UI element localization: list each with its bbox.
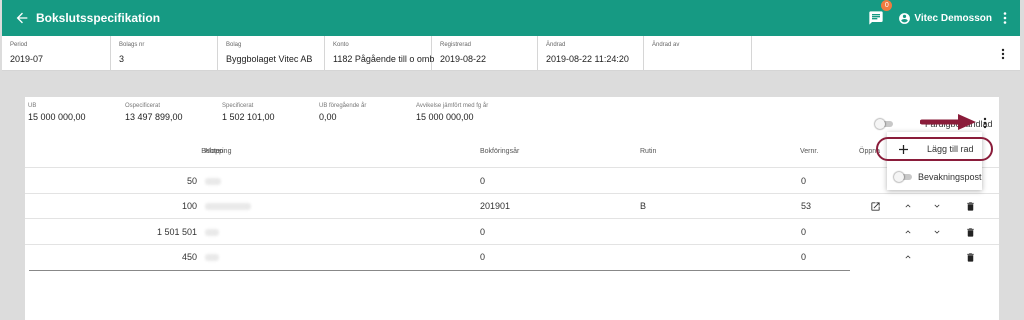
annotation-arrow-icon — [920, 114, 976, 130]
info-label: Bolags nr — [119, 42, 145, 48]
chevron-up-icon[interactable] — [903, 227, 913, 237]
page-title: Bokslutsspecifikation — [36, 11, 161, 25]
cell-bokforingsar[interactable]: 0 — [480, 227, 485, 237]
more-vert-icon[interactable] — [1000, 48, 1006, 60]
info-registrerad: Registrerad 2019-08-22 — [432, 36, 538, 71]
summary-ub-foregaende: UB föregående år 0,00 — [319, 103, 366, 122]
notering-redacted[interactable] — [205, 229, 219, 236]
menu-item-add-row[interactable]: Lägg till rad — [887, 136, 982, 162]
chevron-down-icon[interactable] — [932, 227, 942, 237]
menu-item-bevakningspost[interactable]: Bevakningspost — [887, 164, 982, 190]
info-label: Ändrad — [546, 42, 566, 48]
chevron-down-icon[interactable] — [932, 201, 942, 211]
chevron-up-icon[interactable] — [903, 252, 913, 262]
fardigbehandlad-toggle[interactable] — [875, 119, 895, 129]
delete-icon[interactable] — [965, 201, 976, 212]
cell-belopp[interactable]: 1 501 501 — [157, 227, 197, 237]
info-value: 2019-08-22 11:24:20 — [546, 54, 629, 64]
chat-icon — [869, 11, 884, 25]
menu-item-label: Bevakningspost — [918, 172, 982, 182]
divider — [25, 218, 999, 219]
info-value: 3 — [119, 54, 125, 64]
col-vernr[interactable]: Vernr. — [800, 148, 818, 155]
cell-bokforingsar[interactable]: 0 — [480, 252, 485, 262]
summary-ospecificerat: Ospecificerat 13 497 899,00 — [125, 103, 183, 122]
info-label: Period — [10, 42, 28, 48]
col-notering[interactable]: Notering — [205, 148, 231, 155]
input-underline — [29, 270, 850, 271]
info-value: 2019-08-22 — [440, 54, 487, 64]
notifications-button[interactable]: 0 — [868, 0, 893, 26]
delete-icon[interactable] — [965, 227, 976, 238]
account-circle-icon — [899, 12, 911, 24]
info-konto: Konto 1182 Pågående till o omb — [325, 36, 435, 71]
arrow-left-icon[interactable] — [14, 10, 30, 26]
cell-belopp[interactable]: 50 — [187, 176, 197, 186]
divider — [25, 167, 999, 168]
summary-specificerat: Specificerat 1 502 101,00 — [222, 103, 275, 122]
info-bar: Period 2019-07 Bolags nr 3 Bolag Byggbol… — [2, 36, 1020, 71]
cell-bokforingsar[interactable]: 0 — [480, 176, 485, 186]
more-vert-icon[interactable] — [982, 117, 988, 129]
cell-vernr[interactable]: 0 — [801, 176, 806, 186]
summary-label: Ospecificerat — [125, 103, 161, 109]
info-label: Konto — [333, 42, 349, 48]
summary-value: 15 000 000,00 — [28, 112, 86, 122]
summary-ub: UB 15 000 000,00 — [28, 103, 86, 122]
card-actions-menu: Lägg till rad Bevakningspost — [887, 132, 982, 190]
col-rutin[interactable]: Rutin — [640, 148, 656, 155]
summary-value: 1 502 101,00 — [222, 112, 275, 122]
info-value: 2019-07 — [10, 54, 44, 64]
bevakningspost-toggle[interactable] — [894, 172, 914, 182]
info-value: Byggbolaget Vitec AB — [226, 54, 313, 64]
summary-label: UB — [28, 103, 37, 109]
specification-card: UB 15 000 000,00 Ospecificerat 13 497 89… — [25, 97, 999, 320]
cell-vernr[interactable]: 0 — [801, 227, 806, 237]
app-bar: Bokslutsspecifikation 0 Vitec Demosson — [2, 0, 1020, 36]
notering-redacted[interactable] — [205, 203, 251, 210]
info-value: 1182 Pågående till o omb — [333, 54, 435, 64]
user-name: Vitec Demosson — [914, 12, 992, 24]
info-bolag: Bolag Byggbolaget Vitec AB — [218, 36, 325, 71]
info-label: Bolag — [226, 42, 242, 48]
chevron-up-icon[interactable] — [903, 201, 913, 211]
plus-icon — [899, 145, 908, 154]
summary-label: UB föregående år — [319, 103, 367, 109]
info-bolagsnr: Bolags nr 3 — [111, 36, 218, 71]
cell-belopp[interactable]: 450 — [182, 252, 197, 262]
summary-label: Specificerat — [222, 103, 254, 109]
summary-value: 15 000 000,00 — [416, 112, 474, 122]
more-vert-icon[interactable] — [1000, 11, 1010, 25]
info-label: Ändrad av — [652, 42, 680, 48]
summary-avvikelse: Avvikelse jämfört med fg år 15 000 000,0… — [416, 103, 488, 122]
divider — [25, 244, 999, 245]
col-bokforingsar[interactable]: Bokföringsår — [480, 148, 519, 155]
notering-redacted[interactable] — [205, 178, 221, 185]
cell-vernr[interactable]: 53 — [801, 201, 811, 211]
notification-badge: 0 — [881, 0, 893, 11]
info-label: Registrerad — [440, 42, 472, 48]
summary-value: 13 497 899,00 — [125, 112, 183, 122]
delete-icon[interactable] — [965, 252, 976, 263]
summary-label: Avvikelse jämfört med fg år — [416, 103, 489, 109]
cell-bokforingsar[interactable]: 201901 — [480, 201, 510, 211]
cell-vernr[interactable]: 0 — [801, 252, 806, 262]
notering-redacted[interactable] — [205, 254, 219, 261]
info-period: Period 2019-07 — [2, 36, 111, 71]
open-in-new-icon[interactable] — [870, 201, 881, 212]
cell-rutin[interactable]: B — [640, 201, 646, 211]
divider — [25, 193, 999, 194]
info-andrad: Ändrad 2019-08-22 11:24:20 — [538, 36, 644, 71]
summary-value: 0,00 — [319, 112, 337, 122]
cell-belopp[interactable]: 100 — [182, 201, 197, 211]
menu-item-label: Lägg till rad — [927, 144, 974, 154]
info-andrad-av: Ändrad av — [644, 36, 752, 71]
col-oppna[interactable]: Öppna — [859, 148, 880, 155]
user-menu[interactable]: Vitec Demosson — [898, 12, 992, 25]
